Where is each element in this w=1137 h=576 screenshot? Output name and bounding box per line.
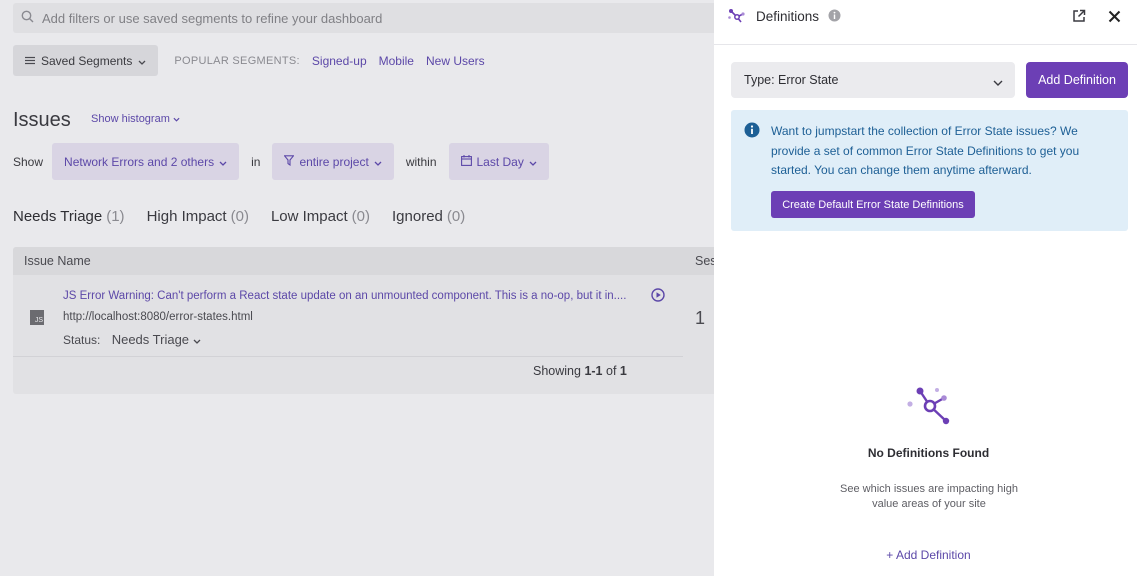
issue-filter-row: Show Network Errors and 2 others in enti… xyxy=(13,143,549,180)
empty-state-description: See which issues are impacting high valu… xyxy=(840,483,1018,510)
filter-icon xyxy=(283,154,296,169)
external-link-icon[interactable] xyxy=(1072,9,1086,26)
chevron-down-icon xyxy=(138,54,146,68)
chevron-down-icon xyxy=(529,155,537,169)
chevron-down-icon xyxy=(193,332,201,347)
chevron-down-icon xyxy=(219,155,227,169)
panel-header: Definitions xyxy=(714,0,1137,45)
issue-types-value: Network Errors and 2 others xyxy=(64,154,215,169)
tab-low-impact[interactable]: Low Impact (0) xyxy=(271,208,370,225)
status-dropdown[interactable]: Needs Triage xyxy=(112,332,201,347)
tab-count: (0) xyxy=(446,208,466,225)
dashboard-backdrop: Add filters or use saved segments to ref… xyxy=(0,0,714,576)
info-circle-icon xyxy=(744,122,760,141)
panel-title: Definitions xyxy=(756,9,820,24)
tab-count: (0) xyxy=(230,208,249,225)
table-header: Issue Name Ses xyxy=(13,247,714,275)
popular-segments-label: POPULAR SEGMENTS: xyxy=(174,54,300,67)
status-label: Status: xyxy=(63,333,101,347)
issue-types-dropdown[interactable]: Network Errors and 2 others xyxy=(52,143,240,180)
within-label: within xyxy=(405,154,437,169)
popular-segment-mobile[interactable]: Mobile xyxy=(379,54,414,68)
showing-prefix: Showing xyxy=(533,364,581,378)
time-range-dropdown[interactable]: Last Day xyxy=(448,143,549,180)
info-icon[interactable] xyxy=(828,9,841,25)
tab-ignored[interactable]: Ignored (0) xyxy=(392,208,465,225)
add-definition-link[interactable]: + Add Definition xyxy=(714,548,1137,562)
show-label: Show xyxy=(13,154,44,169)
jumpstart-info-text: Want to jumpstart the collection of Erro… xyxy=(771,124,1080,177)
status-value: Needs Triage xyxy=(111,332,190,347)
time-range-value: Last Day xyxy=(476,154,524,169)
jumpstart-info-box: Want to jumpstart the collection of Erro… xyxy=(731,110,1128,231)
create-default-definitions-button[interactable]: Create Default Error State Definitions xyxy=(771,191,975,218)
show-histogram-label: Show histogram xyxy=(91,113,170,125)
saved-segments-label: Saved Segments xyxy=(41,53,133,68)
chevron-down-icon xyxy=(993,75,1003,89)
search-placeholder: Add filters or use saved segments to ref… xyxy=(42,10,383,26)
definition-type-value: Type: Error State xyxy=(744,73,839,87)
definition-type-select[interactable]: Type: Error State xyxy=(731,62,1015,98)
play-icon[interactable] xyxy=(651,288,665,305)
issue-url: http://localhost:8080/error-states.html xyxy=(63,311,253,323)
session-count: 1 xyxy=(695,308,706,328)
tab-label: Ignored xyxy=(392,208,443,225)
list-icon xyxy=(25,54,35,68)
search-icon xyxy=(21,10,42,26)
popular-segment-new-users[interactable]: New Users xyxy=(426,54,485,68)
definitions-panel: Definitions Type: Error State Add Defini… xyxy=(714,0,1137,576)
page-title: Issues xyxy=(13,109,71,131)
search-input[interactable]: Add filters or use saved segments to ref… xyxy=(13,3,714,33)
showing-of: of xyxy=(606,364,617,378)
showing-range: 1-1 xyxy=(584,364,603,378)
in-label: in xyxy=(251,154,261,169)
column-issue-name[interactable]: Issue Name xyxy=(24,254,91,268)
empty-definitions-icon xyxy=(906,386,952,429)
column-sessions[interactable]: Ses xyxy=(695,254,714,268)
js-file-icon: JS xyxy=(30,310,44,325)
show-histogram-toggle[interactable]: Show histogram xyxy=(91,113,180,125)
scope-value: entire project xyxy=(299,154,369,169)
showing-total: 1 xyxy=(619,364,627,378)
definitions-icon xyxy=(728,8,746,27)
segments-row: Saved Segments POPULAR SEGMENTS: Signed-… xyxy=(13,45,485,76)
add-definition-button[interactable]: Add Definition xyxy=(1026,62,1128,98)
tab-high-impact[interactable]: High Impact (0) xyxy=(147,208,249,225)
table-row[interactable]: JS JS Error Warning: Can't perform a Rea… xyxy=(13,277,683,357)
saved-segments-button[interactable]: Saved Segments xyxy=(13,45,159,76)
issue-title-link[interactable]: JS Error Warning: Can't perform a React … xyxy=(63,290,653,302)
pagination-summary: Showing 1-1 of 1 xyxy=(533,364,627,378)
tab-count: (0) xyxy=(351,208,370,225)
popular-segment-signed-up[interactable]: Signed-up xyxy=(312,54,367,68)
calendar-icon xyxy=(460,154,472,169)
tab-label: Low Impact xyxy=(270,208,348,225)
close-icon[interactable] xyxy=(1108,10,1121,26)
tab-needs-triage[interactable]: Needs Triage (1) xyxy=(13,208,125,225)
issues-table: Issue Name Ses JS JS Error Warning: Can'… xyxy=(13,247,714,394)
chevron-down-icon xyxy=(173,113,180,125)
empty-state-title: No Definitions Found xyxy=(867,446,990,460)
scope-dropdown[interactable]: entire project xyxy=(272,143,394,180)
chevron-down-icon xyxy=(374,155,382,169)
issue-tabs: Needs Triage (1) High Impact (0) Low Impac… xyxy=(13,208,487,225)
tab-label: Needs Triage xyxy=(13,208,103,225)
tab-count: (1) xyxy=(106,208,125,225)
issue-status: Status: Needs Triage xyxy=(63,332,201,347)
tab-label: High Impact xyxy=(146,208,227,225)
